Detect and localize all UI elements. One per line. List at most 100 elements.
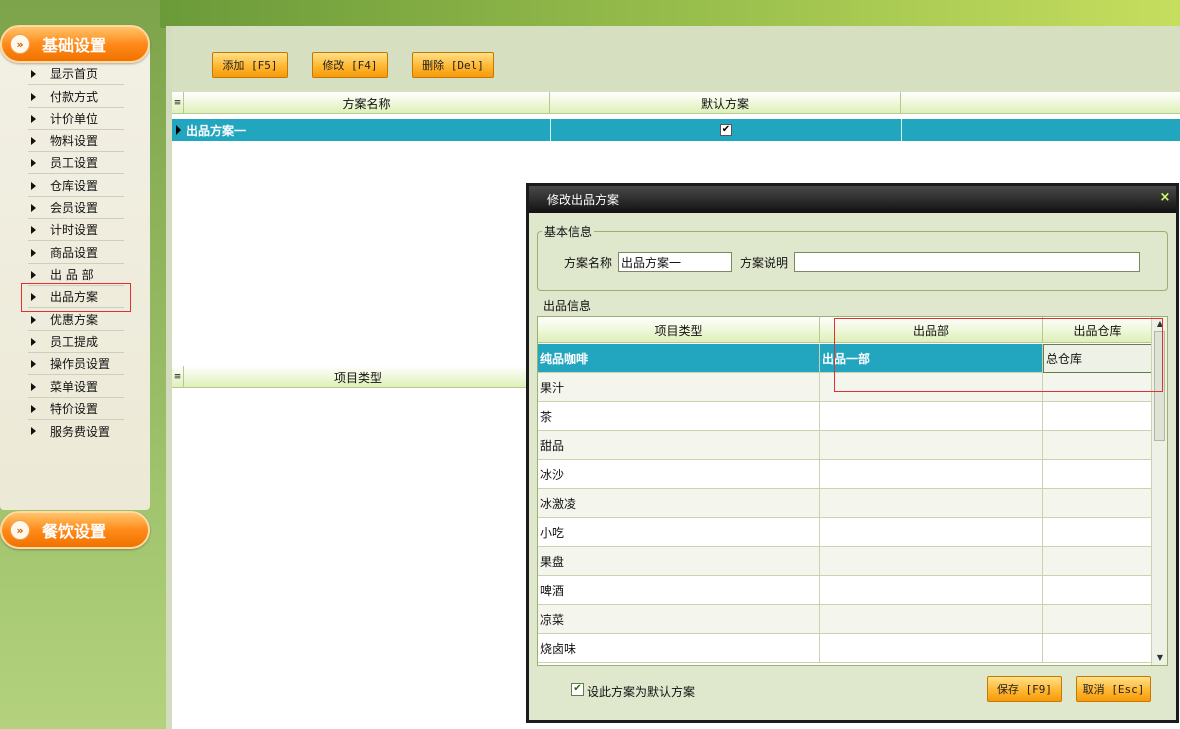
dialog-titlebar[interactable]: 修改出品方案 × [529,186,1176,213]
default-plan-checkbox[interactable]: ✔ [571,683,584,696]
col-item-type[interactable]: 项目类型 [184,366,532,388]
col-plan-name[interactable]: 方案名称 [184,92,550,114]
table-row[interactable]: 冰沙 [538,460,1153,489]
bullet-arrow-icon [31,404,36,413]
table-row[interactable]: 冰激凌 [538,489,1153,518]
default-plan-label[interactable]: 设此方案为默认方案 [587,683,695,700]
sidebar-item[interactable]: 服务费设置 [28,420,124,442]
cell-type[interactable]: 甜品 [538,431,820,460]
cancel-button[interactable]: 取消 [Esc] [1076,676,1151,702]
basic-info-group: 基本信息 方案名称 出品方案一 方案说明 [537,223,1168,291]
cell-type[interactable]: 果盘 [538,547,820,576]
cell-dept[interactable] [820,402,1043,431]
cell-store[interactable] [1043,460,1153,489]
sidebar-item[interactable]: 会员设置 [28,197,124,219]
sidebar-item[interactable]: 商品设置 [28,242,124,264]
cell-store[interactable] [1043,605,1153,634]
table-row[interactable]: 啤酒 [538,576,1153,605]
cell-dept[interactable] [820,460,1043,489]
sidebar-item-label: 出 品 部 [50,268,94,282]
cell-type[interactable]: 果汁 [538,373,820,402]
cell-store[interactable] [1043,634,1153,663]
cell-dept[interactable] [820,518,1043,547]
plan-name-input[interactable]: 出品方案一 [618,252,732,272]
sidebar-item[interactable]: 显示首页 [28,63,124,85]
bullet-arrow-icon [31,248,36,257]
table-row[interactable]: 烧卤味 [538,634,1153,663]
bullet-arrow-icon [31,225,36,234]
cell-type[interactable]: 冰激凌 [538,489,820,518]
sidebar-item[interactable]: 菜单设置 [28,376,124,398]
cell-store[interactable] [1043,576,1153,605]
expand-icon: » [10,520,30,540]
table-row[interactable]: 甜品 [538,431,1153,460]
sidebar-item[interactable]: 员工提成 [28,331,124,353]
bullet-arrow-icon [31,136,36,145]
bullet-arrow-icon [31,181,36,190]
cell-type[interactable]: 凉菜 [538,605,820,634]
close-icon[interactable]: × [1158,191,1172,205]
cell-store[interactable] [1043,518,1153,547]
bullet-arrow-icon [31,158,36,167]
cell-dept[interactable] [820,489,1043,518]
cell-store[interactable] [1043,431,1153,460]
table-row[interactable]: 出品方案一 ✔ [172,119,1180,141]
expand-icon: » [10,34,30,54]
col-item-type[interactable]: 项目类型 [538,317,820,343]
sidebar-item-label: 仓库设置 [50,179,99,193]
sidebar-item[interactable]: 特价设置 [28,398,124,420]
sidebar-item-label: 菜单设置 [50,380,99,394]
bullet-arrow-icon [31,270,36,279]
cell-store[interactable] [1043,402,1153,431]
cell-type[interactable]: 啤酒 [538,576,820,605]
cell-dept[interactable] [820,605,1043,634]
col-default-plan[interactable]: 默认方案 [550,92,901,114]
cell-dept[interactable] [820,431,1043,460]
sidebar-item[interactable]: 物料设置 [28,130,124,152]
cell-type[interactable]: 烧卤味 [538,634,820,663]
table-row[interactable]: 凉菜 [538,605,1153,634]
bullet-arrow-icon [31,114,36,123]
scroll-down-icon[interactable]: ▼ [1152,651,1167,665]
cell-dept[interactable] [820,634,1043,663]
sidebar-item-label: 显示首页 [50,67,99,81]
dialog-title: 修改出品方案 [547,193,620,207]
sidebar-item[interactable]: 仓库设置 [28,175,124,197]
add-button[interactable]: 添加 [F5] [212,52,288,78]
edit-plan-dialog: 修改出品方案 × 基本信息 方案名称 出品方案一 方案说明 出品信息 项目类型 … [526,183,1179,723]
save-button[interactable]: 保存 [F9] [987,676,1062,702]
delete-button[interactable]: 删除 [Del] [412,52,494,78]
detail-grid-header: ≡ 项目类型 [172,366,532,388]
edit-button[interactable]: 修改 [F4] [312,52,388,78]
default-checkbox[interactable]: ✔ [720,124,732,136]
sidebar-item[interactable]: 优惠方案 [28,309,124,331]
highlight-box [834,318,1163,392]
section-basic-settings[interactable]: » 基础设置 [0,25,150,63]
cell-dept[interactable] [820,547,1043,576]
sidebar-item[interactable]: 员工设置 [28,152,124,174]
section-catering-settings[interactable]: » 餐饮设置 [0,511,150,549]
sidebar-item[interactable]: 计价单位 [28,108,124,130]
grid-menu-icon[interactable]: ≡ [172,366,184,388]
bullet-arrow-icon [31,359,36,368]
cell-type[interactable]: 纯品咖啡 [538,344,820,373]
sidebar-item-label: 物料设置 [50,134,99,148]
sidebar-item-label: 付款方式 [50,90,99,104]
plan-name-cell: 出品方案一 [186,124,247,138]
table-row[interactable]: 小吃 [538,518,1153,547]
plan-grid-header: ≡ 方案名称 默认方案 [172,92,1180,114]
table-row[interactable]: 茶 [538,402,1153,431]
table-row[interactable]: 果盘 [538,547,1153,576]
cell-store[interactable] [1043,547,1153,576]
cell-type[interactable]: 小吃 [538,518,820,547]
cell-type[interactable]: 茶 [538,402,820,431]
cell-type[interactable]: 冰沙 [538,460,820,489]
plan-desc-input[interactable] [794,252,1140,272]
grid-menu-icon[interactable]: ≡ [172,92,184,114]
cell-dept[interactable] [820,576,1043,605]
sidebar-item[interactable]: 付款方式 [28,86,124,108]
sidebar-item[interactable]: 操作员设置 [28,353,124,375]
sidebar-item-label: 商品设置 [50,246,99,260]
sidebar-item[interactable]: 计时设置 [28,219,124,241]
cell-store[interactable] [1043,489,1153,518]
